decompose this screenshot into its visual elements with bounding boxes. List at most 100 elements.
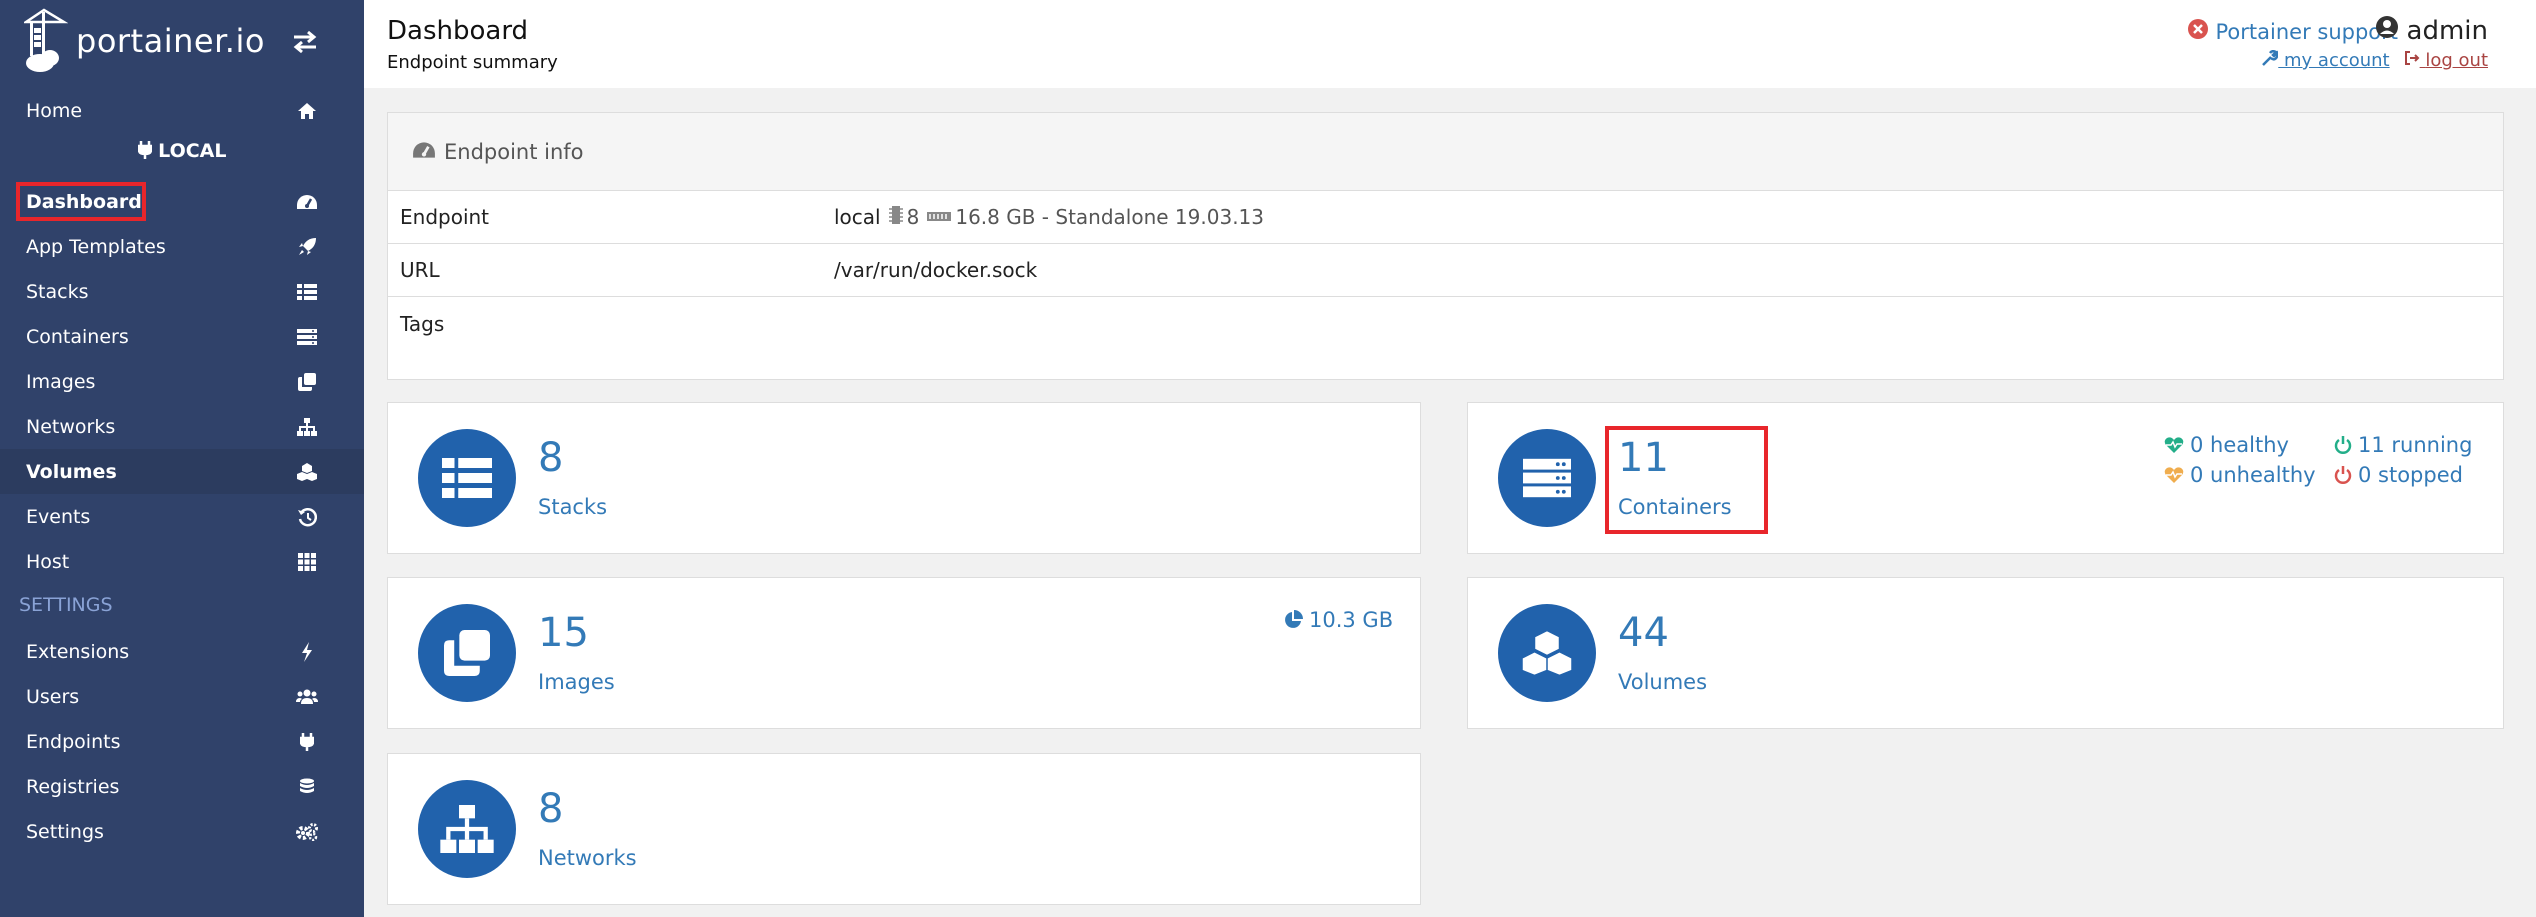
- sidebar-item-stacks[interactable]: Stacks: [0, 269, 364, 314]
- row-value: /var/run/docker.sock: [834, 258, 1038, 282]
- times-circle-icon: [2187, 19, 2208, 44]
- endpoint-name: LOCAL: [0, 140, 364, 174]
- sidebar: portainer.io Home LOCAL Dashboard App Te…: [0, 0, 364, 917]
- sidebar-item-label: Containers: [26, 325, 129, 348]
- sidebar-item-images[interactable]: Images: [0, 359, 364, 404]
- logo-text: portainer.io: [76, 22, 265, 60]
- sidebar-item-label: Volumes: [26, 460, 117, 483]
- sidebar-item-label: Events: [26, 505, 91, 528]
- rocket-icon: [296, 236, 318, 258]
- th-list-icon: [296, 281, 318, 303]
- sidebar-toggle-icon[interactable]: [290, 30, 324, 58]
- clone-icon: [296, 371, 318, 393]
- sidebar-item-label: Extensions: [26, 640, 130, 663]
- stacks-count: 8: [538, 435, 564, 481]
- row-key: URL: [400, 258, 440, 282]
- portainer-logo[interactable]: portainer.io: [24, 8, 265, 74]
- row-key: Endpoint: [400, 205, 490, 229]
- panel-title: Endpoint info: [444, 139, 584, 164]
- sidebar-item-home[interactable]: Home: [0, 88, 364, 133]
- log-out-link[interactable]: log out: [2404, 50, 2488, 71]
- dashboard-highlight-box: [16, 182, 146, 221]
- volumes-circle-icon: [1498, 604, 1596, 702]
- logo-row: portainer.io: [0, 0, 364, 90]
- sidebar-item-label: Users: [26, 685, 80, 708]
- page-title: Dashboard: [387, 16, 529, 46]
- sidebar-item-registries[interactable]: Registries: [0, 764, 364, 809]
- stacks-circle-icon: [418, 429, 516, 527]
- volumes-label: Volumes: [1618, 670, 1708, 694]
- sidebar-item-users[interactable]: Users: [0, 674, 364, 719]
- networks-label: Networks: [538, 846, 637, 870]
- endpoint-row: Endpoint local 8 16.8 GB - Standalone 19…: [388, 191, 2503, 244]
- sidebar-item-events[interactable]: Events: [0, 494, 364, 539]
- sidebar-item-host[interactable]: Host: [0, 539, 364, 584]
- bolt-icon: [296, 641, 318, 663]
- heartbeat-icon: [2164, 437, 2184, 453]
- sidebar-item-volumes[interactable]: Volumes: [0, 449, 364, 494]
- sidebar-item-label: Endpoints: [26, 730, 121, 753]
- images-widget[interactable]: 15 Images 10.3 GB: [387, 577, 1421, 729]
- account-links: my account log out: [2262, 49, 2488, 71]
- row-value: local 8 16.8 GB - Standalone 19.03.13: [834, 205, 1264, 230]
- sidebar-item-label: Host: [26, 550, 70, 573]
- sidebar-item-networks[interactable]: Networks: [0, 404, 364, 449]
- sitemap-icon: [296, 416, 318, 438]
- microchip-icon: [888, 205, 903, 230]
- sidebar-item-label: Images: [26, 370, 96, 393]
- url-row: URL /var/run/docker.sock: [388, 244, 2503, 297]
- sidebar-item-extensions[interactable]: Extensions: [0, 629, 364, 674]
- user-circle-icon: [2375, 15, 2399, 46]
- sidebar-item-label: Registries: [26, 775, 120, 798]
- unhealthy-stat: 0 unhealthy: [2164, 463, 2316, 487]
- memory-icon: [927, 205, 952, 229]
- database-icon: [296, 776, 318, 798]
- images-circle-icon: [418, 604, 516, 702]
- stopped-stat: 0 stopped: [2334, 463, 2463, 487]
- user-display: admin: [2375, 15, 2488, 46]
- sidebar-item-label: App Templates: [26, 235, 166, 258]
- users-icon: [296, 686, 318, 708]
- portainer-support-link[interactable]: Portainer support: [2187, 19, 2398, 44]
- clone-icon: [444, 630, 490, 676]
- sidebar-item-label: Settings: [26, 820, 104, 843]
- healthy-stat: 0 healthy: [2164, 433, 2289, 457]
- server-icon: [296, 326, 318, 348]
- sidebar-item-app-templates[interactable]: App Templates: [0, 224, 364, 269]
- page-subtitle: Endpoint summary: [387, 52, 558, 73]
- stacks-label: Stacks: [538, 495, 608, 519]
- power-off-icon: [2334, 436, 2352, 454]
- heartbeat-icon: [2164, 467, 2184, 483]
- tags-row: Tags: [388, 297, 2503, 350]
- networks-widget[interactable]: 8 Networks: [387, 753, 1421, 905]
- tachometer-icon: [296, 191, 318, 213]
- sitemap-icon: [440, 805, 494, 853]
- stacks-widget[interactable]: 8 Stacks: [387, 402, 1421, 554]
- sidebar-item-containers[interactable]: Containers: [0, 314, 364, 359]
- endpoint-info-panel: Endpoint info Endpoint local 8 16.8 GB -…: [387, 112, 2504, 380]
- sidebar-item-label: Home: [26, 99, 83, 122]
- cogs-icon: [296, 821, 318, 843]
- sidebar-item-endpoints[interactable]: Endpoints: [0, 719, 364, 764]
- home-icon: [296, 100, 318, 122]
- containers-highlight-box: [1605, 426, 1768, 534]
- images-count: 15: [538, 610, 589, 656]
- plug-icon: [296, 731, 318, 753]
- sidebar-item-settings[interactable]: Settings: [0, 809, 364, 854]
- panel-header: Endpoint info: [388, 113, 2503, 191]
- my-account-link[interactable]: my account: [2262, 49, 2390, 71]
- history-icon: [296, 506, 318, 528]
- volumes-widget[interactable]: 44 Volumes: [1467, 577, 2504, 729]
- wrench-icon: [2262, 49, 2279, 66]
- running-stat: 11 running: [2334, 433, 2472, 457]
- containers-circle-icon: [1498, 429, 1596, 527]
- networks-count: 8: [538, 786, 564, 832]
- sidebar-item-label: Stacks: [26, 280, 89, 303]
- th-list-icon: [442, 458, 492, 498]
- images-size-stat: 10.3 GB: [1283, 608, 1393, 632]
- sidebar-item-label: Networks: [26, 415, 116, 438]
- images-label: Images: [538, 670, 615, 694]
- plug-icon: [137, 140, 159, 162]
- power-off-icon: [2334, 466, 2352, 484]
- top-header: Dashboard Endpoint summary Portainer sup…: [364, 0, 2536, 88]
